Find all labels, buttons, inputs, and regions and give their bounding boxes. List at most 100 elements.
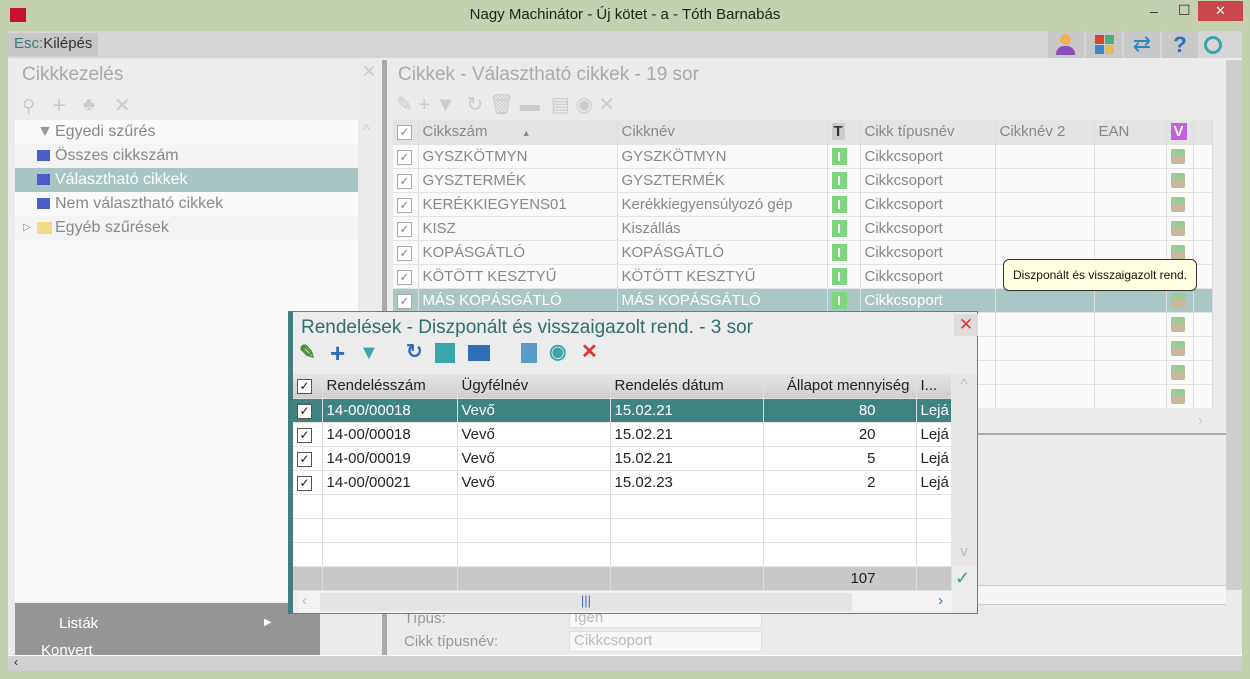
cell-customer-name: Vevő	[457, 422, 611, 447]
print-icon[interactable]: ▬	[520, 94, 540, 116]
main-toolbar: ✎ + ▼ ↻ 🗑 ▬ ▤ ◉ ✕	[396, 92, 615, 117]
table-row[interactable]: ✓ GYSZTERMÉK GYSZTERMÉK I Cikkcsoport	[393, 168, 1213, 193]
popup-hscrollbar[interactable]: ‹ ||| ›	[298, 591, 952, 613]
row-checkbox[interactable]: ✓	[393, 168, 419, 193]
table-row[interactable]: ✓ 14-00/00018 Vevő 15.02.21 20 Lejá	[293, 422, 952, 447]
column-header-ean[interactable]: EAN	[1094, 120, 1167, 145]
cell-v[interactable]	[1166, 192, 1194, 217]
esc-key-label: Esc:	[14, 35, 44, 52]
column-header-article-name[interactable]: Cikknév	[617, 120, 828, 145]
filter-icon[interactable]: ▼	[436, 94, 456, 116]
edit-icon[interactable]: ✎	[396, 94, 413, 116]
select-all-checkbox[interactable]: ✓	[293, 374, 323, 399]
cell-v[interactable]	[1166, 168, 1194, 193]
row-checkbox[interactable]: ✓	[393, 216, 419, 241]
table-row[interactable]: ✓ 14-00/00019 Vevő 15.02.21 5 Lejá	[293, 446, 952, 471]
user-icon[interactable]	[1048, 31, 1084, 58]
help-icon[interactable]: ?	[1162, 31, 1198, 58]
exit-button[interactable]: Esc:Kilépés	[8, 33, 99, 56]
delete-icon[interactable]: 🗑	[489, 94, 514, 116]
cell-article-name-2	[995, 168, 1095, 193]
column-header-type-name[interactable]: Cikk típusnév	[860, 120, 996, 145]
refresh-icon[interactable]: ↻	[406, 339, 423, 364]
package-icon	[1170, 293, 1185, 309]
search-icon[interactable]: ⚲	[22, 96, 35, 117]
column-header-type[interactable]: T	[827, 120, 861, 145]
table-row[interactable]: ✓ 14-00/00021 Vevő 15.02.23 2 Lejá	[293, 470, 952, 495]
select-all-checkbox[interactable]: ✓	[393, 120, 419, 145]
table-row[interactable]: ✓ KISZ Kiszállás I Cikkcsoport	[393, 216, 1213, 241]
row-checkbox[interactable]: ✓	[393, 288, 419, 313]
scroll-thumb[interactable]: |||	[320, 593, 852, 611]
expand-arrow-icon[interactable]: ▷	[23, 216, 31, 240]
convert-menu-item[interactable]: Konvert	[41, 642, 93, 655]
tiles-icon[interactable]	[1086, 31, 1122, 58]
cell-type: I	[827, 240, 861, 265]
confirm-check-icon[interactable]: ✓	[955, 568, 970, 589]
add-icon[interactable]: +	[418, 94, 430, 116]
cell-type: I	[827, 264, 861, 289]
row-checkbox[interactable]: ✓	[293, 422, 323, 447]
row-checkbox[interactable]: ✓	[393, 240, 419, 265]
column-header-v[interactable]: V	[1166, 120, 1194, 145]
popup-close-button[interactable]: ✕	[954, 314, 978, 336]
filter-icon[interactable]: ▼	[359, 342, 379, 365]
clear-filter-icon[interactable]: ✕	[581, 339, 598, 364]
add-icon[interactable]: +	[52, 92, 66, 120]
add-icon[interactable]: +	[330, 338, 345, 369]
close-window-button[interactable]: ✕	[1198, 1, 1243, 21]
horizontal-scrollbar[interactable]: ‹	[8, 655, 1242, 671]
tree-item-other-filters[interactable]: ▷ Egyéb szűrések	[15, 216, 358, 240]
vertical-scrollbar[interactable]	[1226, 60, 1242, 590]
tree-item-all-articles[interactable]: Összes cikkszám	[15, 144, 358, 168]
column-header-order-number[interactable]: Rendelésszám	[322, 374, 458, 399]
tree-item-non-selectable-articles[interactable]: Nem választható cikkek	[15, 192, 358, 216]
cell-article-number: KERÉKKIEGYENS01	[418, 192, 618, 217]
column-header-more[interactable]: I...	[916, 374, 952, 399]
delete-icon[interactable]	[435, 343, 455, 363]
lists-menu-item[interactable]: Listák	[59, 615, 98, 632]
tree-item-custom-filter[interactable]: ▼ Egyedi szűrés	[15, 120, 358, 144]
table-row[interactable]: ✓ KERÉKKIEGYENS01 Kerékkiegyensúlyozó gé…	[393, 192, 1213, 217]
clear-filter-icon[interactable]: ✕	[598, 94, 615, 116]
export-icon[interactable]: ▤	[551, 94, 570, 116]
monitor-icon	[37, 198, 50, 209]
column-header-article-name-2[interactable]: Cikknév 2	[995, 120, 1095, 145]
column-header-status-quantity[interactable]: Állapot mennyiség	[763, 374, 917, 399]
edit-icon[interactable]: ✎	[299, 340, 316, 365]
view-icon[interactable]: ◉	[575, 94, 592, 116]
view-icon[interactable]: ◉	[549, 339, 566, 364]
column-header-article-number[interactable]: Cikkszám ▲	[418, 120, 618, 145]
maximize-button[interactable]: ☐	[1178, 2, 1191, 19]
cell-v[interactable]	[1166, 144, 1194, 169]
refresh-icon[interactable]: ↻	[467, 94, 484, 116]
minimize-button[interactable]: –	[1150, 3, 1158, 19]
row-checkbox[interactable]: ✓	[293, 470, 323, 495]
package-icon	[1170, 173, 1185, 189]
panel-close-button[interactable]: ✕	[362, 62, 376, 82]
table-row[interactable]: ✓ 14-00/00018 Vevő 15.02.21 80 Lejá	[293, 398, 952, 423]
row-checkbox[interactable]: ✓	[393, 144, 419, 169]
column-header-order-date[interactable]: Rendelés dátum	[610, 374, 764, 399]
table-row[interactable]: ✓ GYSZKÖTMYN GYSZKÖTMYN I Cikkcsoport	[393, 144, 1213, 169]
row-checkbox[interactable]: ✓	[293, 398, 323, 423]
export-icon[interactable]	[521, 343, 537, 363]
type-name-field[interactable]: Cikkcsoport	[569, 631, 762, 652]
cell-v[interactable]	[1166, 216, 1194, 241]
swap-icon[interactable]: ⇄	[1124, 31, 1160, 58]
cell-v[interactable]	[1166, 288, 1194, 313]
column-header-customer-name[interactable]: Ügyfélnév	[457, 374, 611, 399]
print-icon[interactable]	[468, 345, 490, 361]
cell-type: I	[827, 288, 861, 313]
tree-icon[interactable]: ♣	[83, 94, 95, 115]
row-checkbox[interactable]: ✓	[293, 446, 323, 471]
tree-scroll-up[interactable]: ^	[363, 122, 370, 139]
clear-filter-icon[interactable]: ✕	[114, 93, 131, 118]
circle-icon[interactable]	[1204, 36, 1222, 54]
tree-item-selectable-articles[interactable]: Választható cikkek	[15, 168, 358, 192]
row-checkbox[interactable]: ✓	[393, 192, 419, 217]
popup-vscrollbar[interactable]: ^ v	[951, 374, 977, 566]
table-row[interactable]: ✓ MÁS KOPÁSGÁTLÓ MÁS KOPÁSGÁTLÓ I Cikkcs…	[393, 288, 1213, 313]
scroll-up[interactable]	[1193, 120, 1213, 145]
row-checkbox[interactable]: ✓	[393, 264, 419, 289]
